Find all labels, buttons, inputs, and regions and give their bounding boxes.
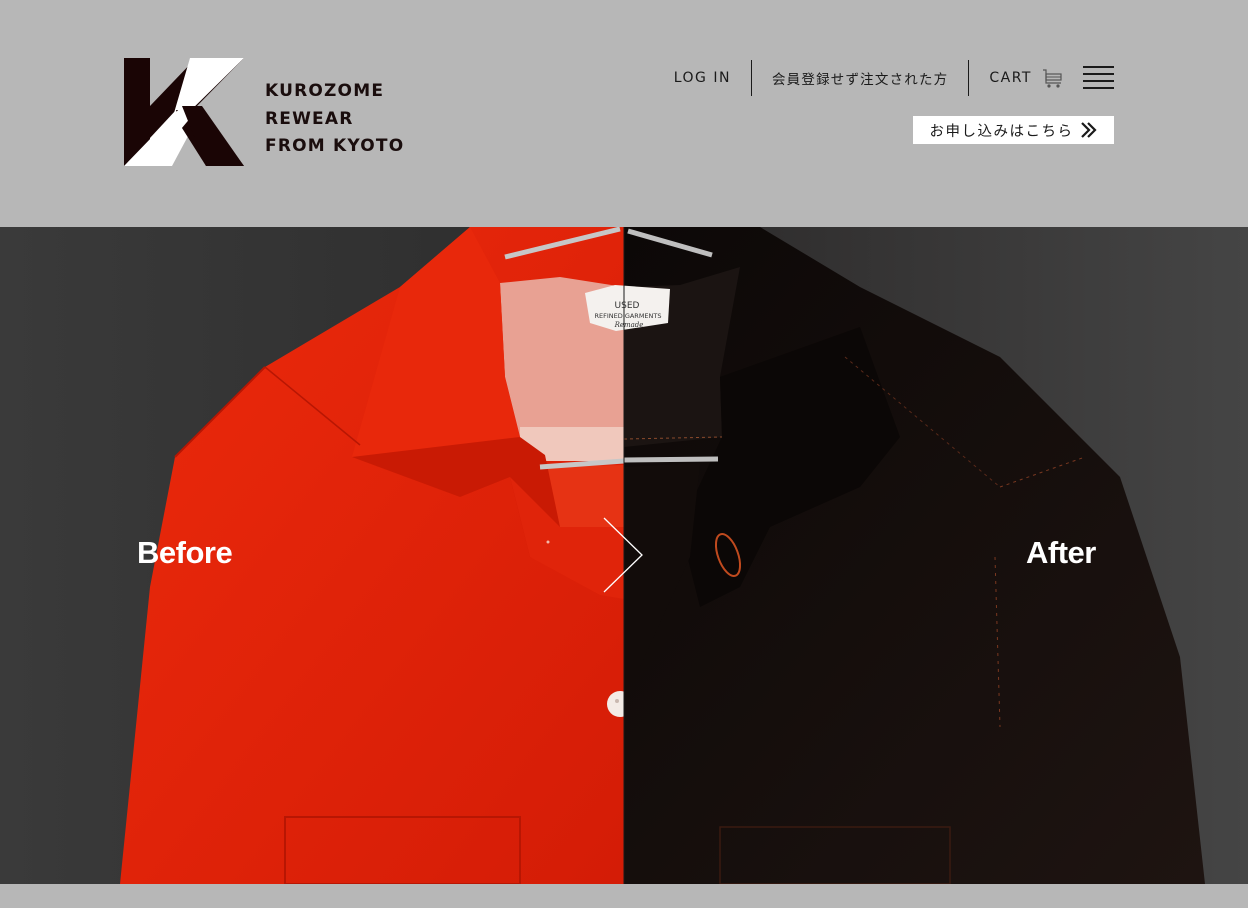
footer-strip [0, 884, 1248, 908]
kurozome-k-logo-icon [124, 58, 244, 166]
menu-bar [1083, 66, 1114, 68]
page: KUROZOME REWEAR FROM KYOTO LOG IN 会員登録せず… [0, 0, 1248, 908]
tag-line-2: REFINED GARMENTS [595, 312, 662, 320]
logo-line-2: REWEAR [265, 108, 354, 129]
apply-button[interactable]: お申し込みはこちら [913, 116, 1114, 144]
tag-line-1: USED [615, 301, 640, 311]
chevron-right-icon[interactable] [600, 516, 646, 594]
double-chevron-right-icon [1080, 122, 1097, 138]
garment-tag: USED REFINED GARMENTS Remade [585, 285, 670, 331]
logo-wordmark: KUROZOME REWEAR FROM KYOTO [265, 78, 415, 161]
nav-divider [968, 60, 970, 96]
guest-order-link[interactable]: 会員登録せず注文された方 [772, 68, 948, 88]
menu-bar [1083, 87, 1114, 89]
login-link[interactable]: LOG IN [674, 70, 731, 86]
before-label: Before [137, 535, 233, 570]
logo-line-3: FROM KYOTO [265, 136, 405, 156]
hamburger-menu-button[interactable] [1083, 66, 1114, 90]
cart-label: CART [989, 70, 1032, 86]
header-nav: LOG IN 会員登録せず注文された方 CART [674, 60, 1114, 96]
menu-bar [1083, 80, 1114, 82]
cart-icon [1043, 69, 1062, 88]
brand-logo-link[interactable]: KUROZOME REWEAR FROM KYOTO [124, 58, 414, 168]
cart-link[interactable]: CART [989, 67, 1064, 89]
site-header: KUROZOME REWEAR FROM KYOTO LOG IN 会員登録せず… [0, 0, 1248, 227]
before-after-hero: USED REFINED GARMENTS Remade Before Afte… [0, 227, 1248, 884]
tag-line-3: Remade [614, 321, 644, 329]
menu-bar [1083, 73, 1114, 75]
apply-label: お申し込みはこちら [929, 123, 1074, 140]
logo-line-1: KUROZOME [265, 81, 385, 101]
after-label: After [1026, 535, 1096, 570]
nav-divider [750, 60, 752, 96]
